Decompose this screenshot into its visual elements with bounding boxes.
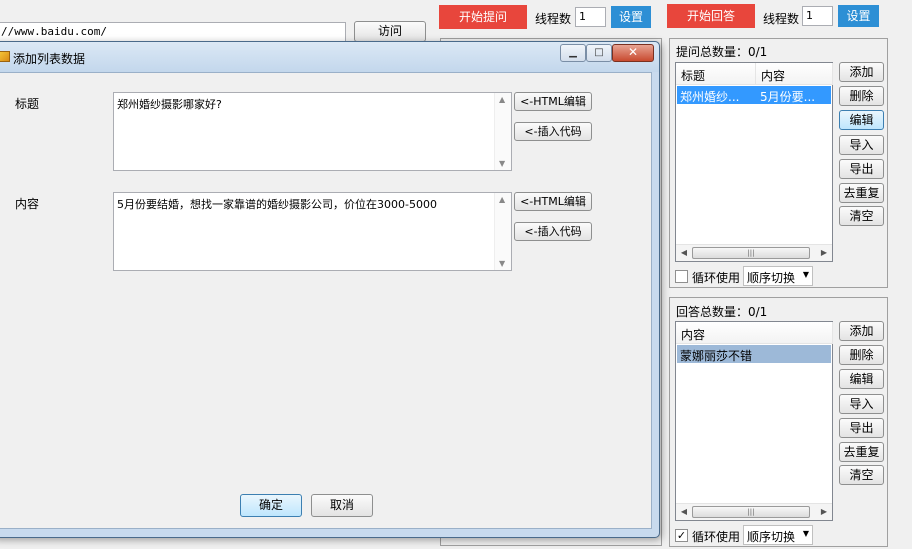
chevron-down-icon: ▼ <box>802 529 809 538</box>
answer-panel: 回答总数量：0/1 内容 蒙娜丽莎不错 ◀ ||| ▶ 添加 删除 编辑 导入 … <box>669 297 888 547</box>
question-col-title[interactable]: 标题 <box>676 63 756 85</box>
dialog-titlebar[interactable]: 添加列表数据 ▁ □ ✕ <box>0 42 659 72</box>
dialog-body: 标题 郑州婚纱摄影哪家好? ▲ ▼ <-HTML编辑 <-插入代码 内容 5月份要… <box>0 72 652 529</box>
question-dedupe-button[interactable]: 去重复 <box>839 183 884 203</box>
maximize-icon[interactable]: □ <box>586 44 612 62</box>
answer-edit-button[interactable]: 编辑 <box>839 369 884 389</box>
content-text: 5月份要结婚，想找一家靠谱的婚纱摄影公司，价位在3000-5000 <box>117 198 437 211</box>
title-vscroll[interactable]: ▲ ▼ <box>494 93 511 170</box>
answer-export-button[interactable]: 导出 <box>839 418 884 438</box>
title-text: 郑州婚纱摄影哪家好? <box>117 98 222 111</box>
ok-button[interactable]: 确定 <box>240 494 302 517</box>
answer-settings-button[interactable]: 设置 <box>838 5 879 27</box>
start-question-button[interactable]: 开始提问 <box>439 5 527 29</box>
answer-thread-label: 线程数 <box>763 12 800 26</box>
content-insert-code-button[interactable]: <-插入代码 <box>514 222 592 241</box>
question-panel: 提问总数量：0/1 标题 内容 郑州婚纱... 5月份要... ◀ ||| ▶ … <box>669 38 888 288</box>
question-list[interactable]: 标题 内容 郑州婚纱... 5月份要... ◀ ||| ▶ <box>675 62 833 262</box>
question-thread-label: 线程数 <box>535 12 572 26</box>
app-icon <box>0 51 10 62</box>
question-hscroll[interactable]: ◀ ||| ▶ <box>676 244 832 261</box>
content-vscroll[interactable]: ▲ ▼ <box>494 193 511 270</box>
content-html-edit-button[interactable]: <-HTML编辑 <box>514 192 592 211</box>
answer-row[interactable]: 蒙娜丽莎不错 <box>677 345 831 363</box>
visit-button[interactable]: 访问 <box>354 21 426 42</box>
question-loop-label: 循环使用 <box>692 271 741 285</box>
answer-loop-checkbox[interactable]: ✓ <box>675 529 688 542</box>
question-import-button[interactable]: 导入 <box>839 135 884 155</box>
question-settings-button[interactable]: 设置 <box>611 6 651 28</box>
question-order-value: 顺序切换 <box>747 271 796 285</box>
answer-row-content: 蒙娜丽莎不错 <box>680 349 753 363</box>
question-delete-button[interactable]: 删除 <box>839 86 884 106</box>
question-order-select[interactable]: 顺序切换 ▼ <box>743 266 813 286</box>
dialog-title: 添加列表数据 <box>13 52 86 66</box>
answer-loop-label: 循环使用 <box>692 530 741 544</box>
start-answer-button[interactable]: 开始回答 <box>667 4 755 28</box>
answer-clear-button[interactable]: 清空 <box>839 465 884 485</box>
answer-add-button[interactable]: 添加 <box>839 321 884 341</box>
url-input[interactable]: //www.baidu.com/ <box>0 22 346 42</box>
question-count-label: 提问总数量：0/1 <box>676 45 768 59</box>
chevron-down-icon: ▼ <box>802 270 809 279</box>
checkmark-icon: ✓ <box>676 529 687 542</box>
question-add-button[interactable]: 添加 <box>839 62 884 82</box>
answer-import-button[interactable]: 导入 <box>839 394 884 414</box>
answer-order-value: 顺序切换 <box>747 530 796 544</box>
question-row-title: 郑州婚纱... <box>680 90 740 104</box>
close-icon[interactable]: ✕ <box>612 44 654 62</box>
answer-count-label: 回答总数量：0/1 <box>676 305 768 319</box>
question-row-content: 5月份要... <box>760 90 816 104</box>
title-html-edit-button[interactable]: <-HTML编辑 <box>514 92 592 111</box>
answer-thread-input[interactable]: 1 <box>802 6 833 26</box>
title-label: 标题 <box>15 97 40 111</box>
question-export-button[interactable]: 导出 <box>839 159 884 179</box>
answer-order-select[interactable]: 顺序切换 ▼ <box>743 525 813 545</box>
question-edit-button[interactable]: 编辑 <box>839 110 884 130</box>
cancel-button[interactable]: 取消 <box>311 494 373 517</box>
question-clear-button[interactable]: 清空 <box>839 206 884 226</box>
answer-delete-button[interactable]: 删除 <box>839 345 884 365</box>
answer-col-content[interactable]: 内容 <box>676 322 833 344</box>
question-col-content[interactable]: 内容 <box>756 63 833 85</box>
answer-dedupe-button[interactable]: 去重复 <box>839 442 884 462</box>
content-label: 内容 <box>15 197 40 211</box>
add-list-data-dialog: 添加列表数据 ▁ □ ✕ 标题 郑州婚纱摄影哪家好? ▲ ▼ <-HTML编辑 <… <box>0 41 660 538</box>
content-textarea[interactable]: 5月份要结婚，想找一家靠谱的婚纱摄影公司，价位在3000-5000 ▲ ▼ <box>113 192 512 271</box>
question-row[interactable]: 郑州婚纱... 5月份要... <box>677 86 831 104</box>
answer-hscroll[interactable]: ◀ ||| ▶ <box>676 503 832 520</box>
title-insert-code-button[interactable]: <-插入代码 <box>514 122 592 141</box>
title-textarea[interactable]: 郑州婚纱摄影哪家好? ▲ ▼ <box>113 92 512 171</box>
answer-list[interactable]: 内容 蒙娜丽莎不错 ◀ ||| ▶ <box>675 321 833 521</box>
question-thread-input[interactable]: 1 <box>575 7 606 27</box>
minimize-icon[interactable]: ▁ <box>560 44 586 62</box>
question-loop-checkbox[interactable] <box>675 270 688 283</box>
